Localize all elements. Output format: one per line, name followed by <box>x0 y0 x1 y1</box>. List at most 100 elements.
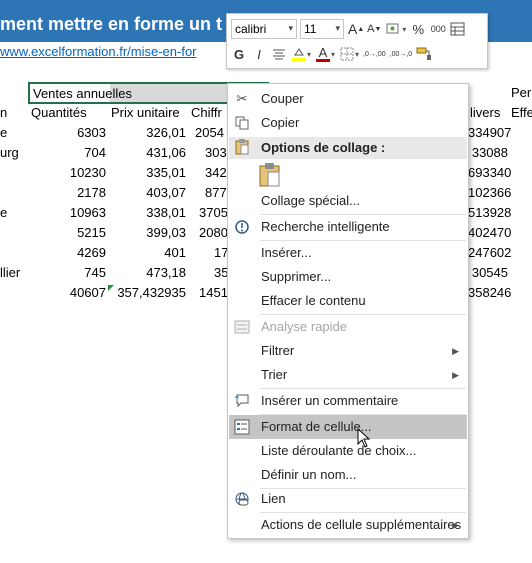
cell-price[interactable]: 335,01 <box>110 164 186 182</box>
chevron-down-icon[interactable]: ▾ <box>331 50 335 59</box>
cell-livers[interactable]: 247602 <box>468 244 511 262</box>
scissors-icon: ✂ <box>236 91 248 106</box>
header-col-a[interactable]: n <box>0 104 7 122</box>
menu-item-paste-special[interactable]: Collage spécial... <box>229 189 467 213</box>
menu-item-more-actions[interactable]: Actions de cellule supplémentaires ▶ <box>229 513 467 537</box>
cell-chiffre[interactable]: 303 <box>205 144 227 162</box>
chevron-right-icon: ▶ <box>452 520 459 530</box>
header-right-top[interactable]: Per <box>511 84 531 102</box>
menu-item-clear-contents[interactable]: Effacer le contenu <box>229 289 467 313</box>
menu-item-format-cells[interactable]: Format de cellule... <box>229 415 467 439</box>
percent-style-button[interactable]: % <box>410 19 426 39</box>
fill-color-icon[interactable] <box>291 44 307 64</box>
cell-livers[interactable]: 402470 <box>468 224 511 242</box>
font-color-swatch <box>316 58 331 62</box>
font-color-label: A <box>318 44 328 60</box>
cell-region[interactable]: urg <box>0 144 19 162</box>
thousands-separator-button[interactable]: 000 <box>430 19 446 39</box>
cell-quantity[interactable]: 5215 <box>50 224 106 242</box>
cell-region[interactable]: e <box>0 124 7 142</box>
header-chiffre[interactable]: Chiffr <box>191 104 222 122</box>
italic-button[interactable]: I <box>251 44 267 64</box>
menu-item-smart-lookup[interactable]: Recherche intelligente <box>229 215 467 239</box>
cell-quantity[interactable]: 4269 <box>50 244 106 262</box>
menu-item-label: Trier <box>261 367 288 382</box>
cell-price[interactable]: 338,01 <box>110 204 186 222</box>
format-painter-icon[interactable] <box>416 44 432 64</box>
website-link[interactable]: www.excelformation.fr/mise-en-for <box>0 44 197 59</box>
increase-decimal-label: ,0→,00 <box>363 50 386 58</box>
shrink-font-button[interactable]: A ▼ <box>366 19 382 39</box>
increase-decimal-button[interactable]: ,0→,00 <box>363 44 386 64</box>
header-livers[interactable]: livers <box>470 104 500 122</box>
link-icon <box>233 490 251 508</box>
menu-item-label: Collage spécial... <box>261 193 360 208</box>
cell-quantity[interactable]: 10230 <box>50 164 106 182</box>
cell-livers[interactable]: 513928 <box>468 204 511 222</box>
decrease-decimal-button[interactable]: ,00→,0 <box>390 44 413 64</box>
cell-price[interactable]: 431,06 <box>110 144 186 162</box>
grow-font-button[interactable]: A ▲ <box>348 19 364 39</box>
cell-price[interactable]: 403,07 <box>110 184 186 202</box>
cell-livers-total[interactable]: 358246 <box>468 284 511 302</box>
menu-item-delete[interactable]: Supprimer... <box>229 265 467 289</box>
borders-icon[interactable] <box>339 44 355 64</box>
cell-livers[interactable]: 102366 <box>468 184 511 202</box>
cell-livers[interactable]: 30545 <box>468 264 508 282</box>
chevron-down-icon[interactable]: ▾ <box>355 50 359 59</box>
page-title: ment mettre en forme un t <box>0 14 223 34</box>
cell-quantity[interactable]: 6303 <box>50 124 106 142</box>
cell-price-total[interactable]: 357,432935 <box>110 284 186 302</box>
cell-price[interactable]: 326,01 <box>110 124 186 142</box>
chevron-down-icon[interactable]: ▾ <box>402 25 406 34</box>
lightbulb-icon <box>233 218 251 236</box>
menu-item-sort[interactable]: Trier ▶ <box>229 363 467 387</box>
font-size-value: 11 <box>304 22 317 36</box>
paste-options-label: Options de collage : <box>261 140 386 155</box>
menu-item-copy[interactable]: Copier <box>229 111 467 135</box>
menu-item-filter[interactable]: Filtrer ▶ <box>229 339 467 363</box>
header-quantites[interactable]: Quantités <box>31 104 87 122</box>
align-center-icon[interactable] <box>271 44 287 64</box>
table-icon[interactable] <box>450 19 466 39</box>
clipboard-icon[interactable] <box>259 163 281 187</box>
cell-chiffre-total[interactable]: 1451 <box>199 284 228 302</box>
font-size-dropdown[interactable]: 11 ▾ <box>300 19 344 39</box>
cell-price[interactable]: 399,03 <box>110 224 186 242</box>
accounting-format-icon[interactable] <box>386 19 402 39</box>
cell-quantity-total[interactable]: 40607 <box>50 284 106 302</box>
chevron-down-icon[interactable]: ▾ <box>307 50 311 59</box>
cell-chiffre[interactable]: 877 <box>205 184 227 202</box>
italic-label: I <box>257 46 261 62</box>
cell-livers[interactable]: 693340 <box>468 164 511 182</box>
cell-quantity[interactable]: 745 <box>50 264 106 282</box>
bold-label: G <box>233 46 245 62</box>
cell-quantity[interactable]: 10963 <box>50 204 106 222</box>
font-name-dropdown[interactable]: calibri ▾ <box>231 19 297 39</box>
chevron-down-icon: ▾ <box>335 23 340 33</box>
cell-region[interactable]: e <box>0 204 7 222</box>
cell-region[interactable]: llier <box>0 264 20 282</box>
menu-item-insert[interactable]: Insérer... <box>229 241 467 265</box>
cell-chiffre[interactable]: 342 <box>205 164 227 182</box>
menu-item-link[interactable]: Lien <box>229 487 467 511</box>
header-right-bottom[interactable]: Effe <box>511 104 532 122</box>
font-color-button[interactable]: A <box>315 44 331 64</box>
menu-item-insert-comment[interactable]: Insérer un commentaire <box>229 389 467 413</box>
cell-quantity[interactable]: 704 <box>50 144 106 162</box>
menu-item-cut[interactable]: ✂ Couper <box>229 87 467 111</box>
bold-button[interactable]: G <box>231 44 247 64</box>
header-prix-unitaire[interactable]: Prix unitaire <box>111 104 180 122</box>
cell-price[interactable]: 401 <box>110 244 186 262</box>
cell-price[interactable]: 473,18 <box>110 264 186 282</box>
cell-quantity[interactable]: 2178 <box>50 184 106 202</box>
cell-chiffre[interactable]: 2080 <box>199 224 228 242</box>
cell-chiffre[interactable]: 3705 <box>199 204 228 222</box>
cell-livers[interactable]: 334907 <box>468 124 511 142</box>
menu-item-label: Supprimer... <box>261 269 332 284</box>
menu-item-dropdown-list[interactable]: Liste déroulante de choix... <box>229 439 467 463</box>
menu-item-define-name[interactable]: Définir un nom... <box>229 463 467 487</box>
menu-item-label: Recherche intelligente <box>261 219 390 234</box>
cell-chiffre[interactable]: 2054 <box>195 124 224 142</box>
cell-livers[interactable]: 33088 <box>468 144 508 162</box>
